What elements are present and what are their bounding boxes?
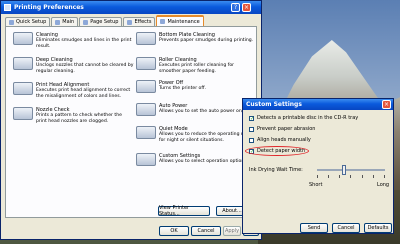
tab-main[interactable]: Main (51, 17, 79, 26)
tab-label: Page Setup (90, 19, 119, 25)
bottom-plate-cleaning-item[interactable]: Bottom Plate Cleaning Prevents paper smu… (136, 32, 257, 45)
tab-strip: Quick Setup Main Page Setup Effects Main… (5, 15, 205, 26)
roller-cleaning-item[interactable]: Roller Cleaning Executes print roller cl… (136, 57, 257, 74)
utility-desc: Executes print roller cleaning for smoot… (159, 63, 235, 74)
option-detect-disc[interactable]: ✓ Detects a printable disc in the CD-R t… (249, 115, 358, 121)
print-head-alignment-item[interactable]: Print Head Alignment Executes print head… (13, 82, 134, 99)
option-align-heads-manually[interactable]: Align heads manually (249, 137, 311, 143)
alignment-icon[interactable] (13, 82, 33, 95)
dialog-close-button[interactable]: × (382, 100, 391, 109)
auto-power-icon[interactable] (136, 103, 156, 116)
dialog-titlebar[interactable]: Custom Settings (243, 99, 393, 110)
slider-ticks (317, 175, 385, 178)
slider-short-label: Short (309, 182, 323, 188)
roller-icon[interactable] (136, 57, 156, 70)
utility-desc: Prints a pattern to check whether the pr… (36, 113, 122, 124)
ok-button[interactable]: OK (159, 226, 189, 236)
tab-quick-setup[interactable]: Quick Setup (5, 17, 51, 26)
cleaning-item[interactable]: Cleaning Eliminates smudges and lines in… (13, 32, 134, 49)
nozzle-check-item[interactable]: Nozzle Check Prints a pattern to check w… (13, 107, 134, 124)
send-button[interactable]: Send (300, 223, 328, 233)
power-off-icon[interactable] (136, 80, 156, 93)
quick-setup-icon (9, 19, 14, 25)
slider-long-label: Long (377, 182, 390, 188)
red-highlight-ellipse (245, 146, 309, 156)
custom-settings-item[interactable]: Custom Settings Allows you to select ope… (136, 153, 257, 166)
apply-button[interactable]: Apply (223, 226, 241, 236)
utility-desc: Prevents paper smudges during printing. (159, 38, 254, 43)
quiet-mode-icon[interactable] (136, 126, 156, 139)
nozzle-check-icon[interactable] (13, 107, 33, 120)
deep-cleaning-icon[interactable] (13, 57, 33, 70)
window-title: Printing Preferences (14, 4, 84, 11)
tab-maintenance[interactable]: Maintenance (156, 15, 204, 26)
defaults-button[interactable]: Defaults (364, 223, 392, 233)
dialog-cancel-button[interactable]: Cancel (332, 223, 360, 233)
view-printer-status-button[interactable]: View Printer Status... (158, 205, 210, 217)
printer-icon (4, 4, 11, 11)
auto-power-item[interactable]: Auto Power Allows you to set the auto po… (136, 103, 257, 116)
tab-page-setup[interactable]: Page Setup (79, 17, 123, 26)
tab-label: Main (62, 19, 75, 25)
option-label: Align heads manually (257, 137, 311, 143)
custom-settings-icon[interactable] (136, 153, 156, 166)
ink-drying-slider-track[interactable] (317, 169, 385, 171)
bottom-plate-icon[interactable] (136, 32, 156, 45)
printing-preferences-window: Printing Preferences ? × Quick Setup Mai… (0, 0, 262, 240)
option-label: Prevent paper abrasion (257, 126, 316, 132)
power-off-item[interactable]: Power Off Turns the printer off. (136, 80, 257, 93)
checkbox-unchecked-icon[interactable] (249, 126, 254, 132)
cancel-button[interactable]: Cancel (191, 226, 221, 236)
dialog-title: Custom Settings (246, 101, 302, 108)
help-titlebar-button[interactable]: ? (231, 3, 240, 12)
tab-label: Maintenance (167, 18, 200, 25)
cleaning-icon[interactable] (13, 32, 33, 45)
utility-desc: Unclogs nozzles that cannot be cleared b… (36, 63, 134, 74)
close-window-button[interactable]: × (242, 3, 251, 12)
ink-drying-label: Ink Drying Wait Time: (249, 167, 303, 173)
custom-settings-dialog: Custom Settings × ✓ Detects a printable … (242, 98, 394, 234)
option-label: Detects a printable disc in the CD-R tra… (257, 115, 359, 121)
main-tab-icon (55, 19, 61, 25)
tab-effects[interactable]: Effects (123, 17, 156, 26)
ink-drying-slider-thumb[interactable] (342, 165, 347, 175)
utility-desc: Executes print head alignment to correct… (36, 88, 131, 99)
tab-label: Effects (134, 19, 152, 25)
page-setup-icon (83, 19, 89, 25)
option-prevent-abrasion[interactable]: Prevent paper abrasion (249, 126, 315, 132)
maintenance-panel: Cleaning Eliminates smudges and lines in… (5, 26, 257, 218)
window-titlebar[interactable]: Printing Preferences (1, 1, 261, 14)
deep-cleaning-item[interactable]: Deep Cleaning Unclogs nozzles that canno… (13, 57, 134, 74)
utility-desc: Eliminates smudges and lines in the prin… (36, 38, 132, 49)
utility-desc: Turns the printer off. (159, 86, 206, 91)
tab-label: Quick Setup (16, 19, 47, 25)
checkbox-checked-icon[interactable]: ✓ (249, 115, 254, 121)
quiet-mode-item[interactable]: Quiet Mode Allows you to reduce the oper… (136, 126, 257, 143)
effects-icon (127, 19, 133, 25)
maintenance-icon (160, 19, 166, 24)
checkbox-unchecked-icon[interactable] (249, 137, 254, 143)
